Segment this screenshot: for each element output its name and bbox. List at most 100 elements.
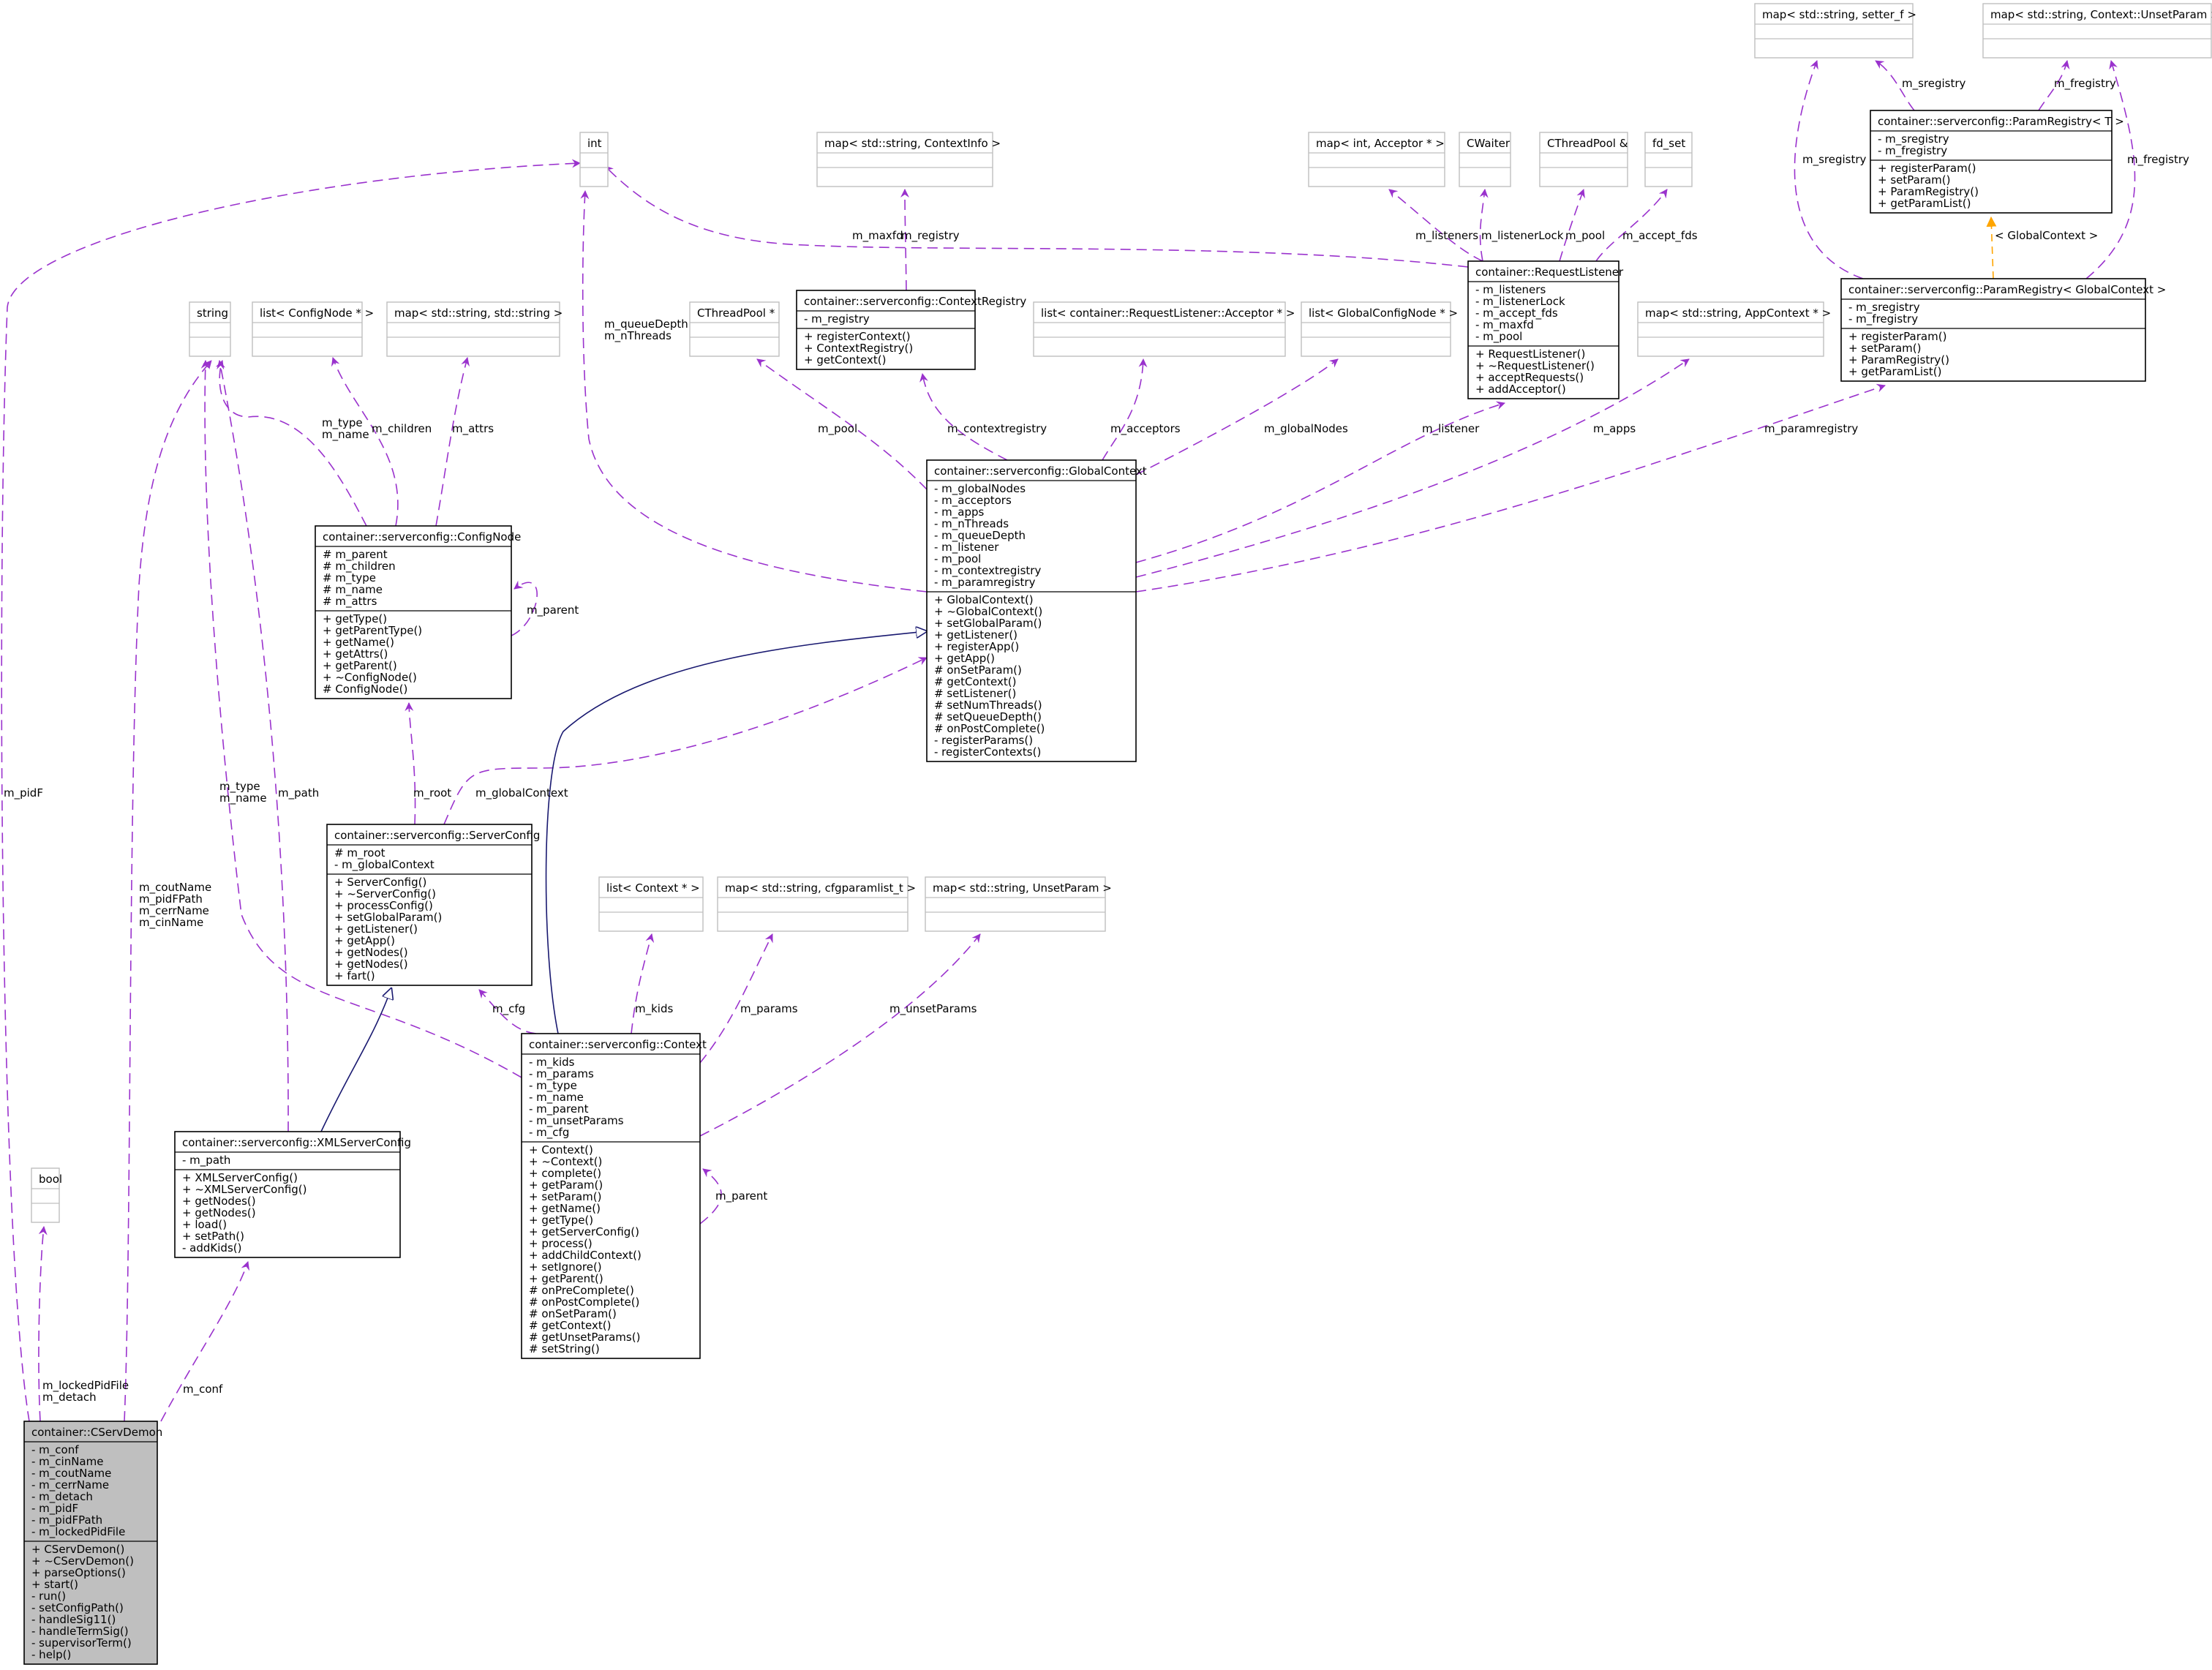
usage-edge: [919, 373, 1008, 461]
class-title: map< int, Acceptor * >: [1316, 137, 1445, 150]
class-method: - registerContexts(): [934, 745, 1041, 759]
edge-label-line: m_registry: [901, 229, 960, 243]
edge-label-m-sregistry-gc: m_sregistry: [1802, 153, 1867, 167]
class-node-confignode[interactable]: container::serverconfig::ConfigNode# m_p…: [315, 525, 521, 699]
class-attribute: - m_lockedPidFile: [31, 1525, 125, 1539]
class-node-serverconfig[interactable]: container::serverconfig::ServerConfig# m…: [326, 824, 540, 986]
edge-label-line: m_cinName: [139, 916, 203, 930]
class-node-map-str-cfgparamlist[interactable]: map< std::string, cfgparamlist_t >: [717, 876, 916, 932]
class-method: # ConfigNode(): [323, 682, 407, 696]
class-node-map-str-str[interactable]: map< std::string, std::string >: [386, 301, 563, 357]
edge-label-line: m_nThreads: [604, 329, 672, 343]
class-node-cwaiter[interactable]: CWaiter: [1459, 132, 1511, 187]
class-node-list-globalconfignode[interactable]: list< GlobalConfigNode * >: [1301, 301, 1458, 357]
class-node-paramregistry-t[interactable]: container::serverconfig::ParamRegistry< …: [1870, 110, 2124, 214]
class-title: container::serverconfig::GlobalContext: [934, 464, 1147, 478]
class-title: container::CServDemon: [31, 1426, 162, 1439]
class-attribute: - m_fregistry: [1848, 312, 1918, 326]
edge-label-line: m_listenerLock: [1481, 229, 1564, 243]
class-attribute: - m_pool: [1475, 330, 1522, 344]
edge-label-m-pool-rl: m_pool: [1565, 229, 1605, 243]
class-node-paramregistry-gc[interactable]: container::serverconfig::ParamRegistry< …: [1840, 278, 2166, 382]
edge-label-line: m_paramregistry: [1764, 422, 1858, 436]
edge-label-m-unsetparams: m_unsetParams: [889, 1002, 977, 1016]
class-node-map-int-acceptor[interactable]: map< int, Acceptor * >: [1308, 132, 1445, 187]
class-title: map< std::string, std::string >: [394, 306, 563, 320]
class-title: container::serverconfig::ServerConfig: [334, 829, 540, 842]
class-title: list< GlobalConfigNode * >: [1309, 306, 1458, 320]
class-title: list< container::RequestListener::Accept…: [1041, 306, 1295, 320]
inheritance-edge: [320, 988, 391, 1132]
class-node-string[interactable]: string: [189, 301, 231, 357]
edge-label-line: m_parent: [715, 1189, 767, 1203]
edge-label-line: m_sregistry: [1802, 153, 1867, 167]
edge-label-m-parent-ctx: m_parent: [715, 1189, 767, 1203]
class-node-cthreadpool-ptr[interactable]: CThreadPool *: [689, 301, 780, 357]
class-node-list-acceptor[interactable]: list< container::RequestListener::Accept…: [1033, 301, 1295, 357]
edge-label-line: m_fregistry: [2127, 153, 2189, 167]
nodes: int bool string list< ConfigNode * > map< st…: [23, 3, 2212, 1665]
class-title: map< std::string, cfgparamlist_t >: [725, 881, 916, 895]
edge-label-line: m_accept_fds: [1622, 229, 1698, 243]
usage-edge: [1388, 189, 1483, 262]
class-node-xmlserverconfig[interactable]: container::serverconfig::XMLServerConfig…: [174, 1131, 411, 1258]
usage-edge: [1479, 189, 1489, 262]
usage-edge: [699, 933, 773, 1064]
class-method: + getParamList(): [1848, 365, 1941, 378]
class-node-map-str-unsetparam-ctx[interactable]: map< std::string, Context::UnsetParam >: [1982, 3, 2212, 59]
class-node-cthreadpool-ref[interactable]: CThreadPool &: [1539, 132, 1628, 187]
class-node-list-context[interactable]: list< Context * >: [598, 876, 704, 932]
usage-edge: [1135, 383, 1886, 593]
edge-label-line: m_apps: [1593, 422, 1636, 436]
class-node-contextregistry[interactable]: container::serverconfig::ContextRegistry…: [796, 290, 1026, 370]
edge-label-template-arg: < GlobalContext >: [1995, 229, 2098, 242]
edge-label-line: m_conf: [183, 1383, 223, 1396]
edge-label-m-attrs: m_attrs: [452, 422, 494, 436]
edge-label-m-parent-cn: m_parent: [527, 603, 579, 617]
usage-edge: [1135, 358, 1339, 475]
edge-label-m-params: m_params: [740, 1002, 798, 1016]
class-node-int[interactable]: int: [579, 132, 609, 187]
edge-label-m-sregistry-t: m_sregistry: [1902, 77, 1966, 91]
class-attribute: - m_fregistry: [1878, 144, 1947, 158]
class-node-map-str-contextinfo[interactable]: map< std::string, ContextInfo >: [816, 132, 1001, 187]
class-node-requestlistener[interactable]: container::RequestListener- m_listeners-…: [1467, 260, 1624, 399]
edge-label-line: m_unsetParams: [889, 1002, 977, 1016]
edge-label-line: m_acceptors: [1110, 422, 1181, 436]
class-node-globalcontext[interactable]: container::serverconfig::GlobalContext- …: [926, 459, 1147, 762]
class-method: - addKids(): [182, 1241, 241, 1255]
edge-label-m-queuedepth: m_queueDepthm_nThreads: [604, 317, 688, 343]
class-node-map-str-appcontext[interactable]: map< std::string, AppContext * >: [1637, 301, 1831, 357]
class-node-fd-set[interactable]: fd_set: [1644, 132, 1693, 187]
class-node-bool[interactable]: bool: [31, 1167, 62, 1223]
class-node-cservdemon[interactable]: container::CServDemon- m_conf- m_cinName…: [23, 1421, 162, 1665]
usage-edge: [631, 933, 655, 1034]
edge-label-m-lockedpid: m_lockedPidFilem_detach: [42, 1379, 129, 1404]
edge-label-line: m_pool: [1565, 229, 1605, 243]
edge-label-m-apps: m_apps: [1593, 422, 1636, 436]
class-title: container::serverconfig::ContextRegistry: [804, 295, 1026, 308]
class-title: container::serverconfig::ParamRegistry< …: [1848, 283, 2166, 296]
class-node-list-confignode[interactable]: list< ConfigNode * >: [252, 301, 374, 357]
edge-label-line: m_pool: [818, 422, 857, 436]
edge-label-m-fregistry-t: m_fregistry: [2054, 77, 2116, 91]
edge-label-line: m_listeners: [1415, 229, 1478, 243]
usage-edge: [1794, 60, 1864, 279]
edge-label-m-listenerlock: m_listenerLock: [1481, 229, 1564, 243]
class-attribute: - m_registry: [804, 312, 870, 326]
edge-label-m-paramregistry: m_paramregistry: [1764, 422, 1858, 436]
class-attribute: - m_paramregistry: [934, 576, 1036, 590]
class-node-map-str-setter[interactable]: map< std::string, setter_f >: [1754, 3, 1916, 59]
edge-label-line: m_kids: [635, 1002, 673, 1016]
class-node-context[interactable]: container::serverconfig::Context- m_kids…: [521, 1033, 707, 1359]
class-title: container::serverconfig::ConfigNode: [323, 530, 521, 543]
class-title: container::serverconfig::ParamRegistry< …: [1878, 115, 2124, 128]
class-title: bool: [39, 1173, 62, 1186]
edge-label-m-path: m_path: [278, 786, 319, 800]
usage-edge: [217, 360, 289, 1132]
edge-label-m-pidF: m_pidF: [4, 786, 43, 800]
template-edge: [1986, 216, 1997, 279]
usage-edge: [580, 190, 928, 593]
edge-label-m-listeners: m_listeners: [1415, 229, 1478, 243]
class-node-map-str-unsetparam[interactable]: map< std::string, UnsetParam >: [925, 876, 1112, 932]
